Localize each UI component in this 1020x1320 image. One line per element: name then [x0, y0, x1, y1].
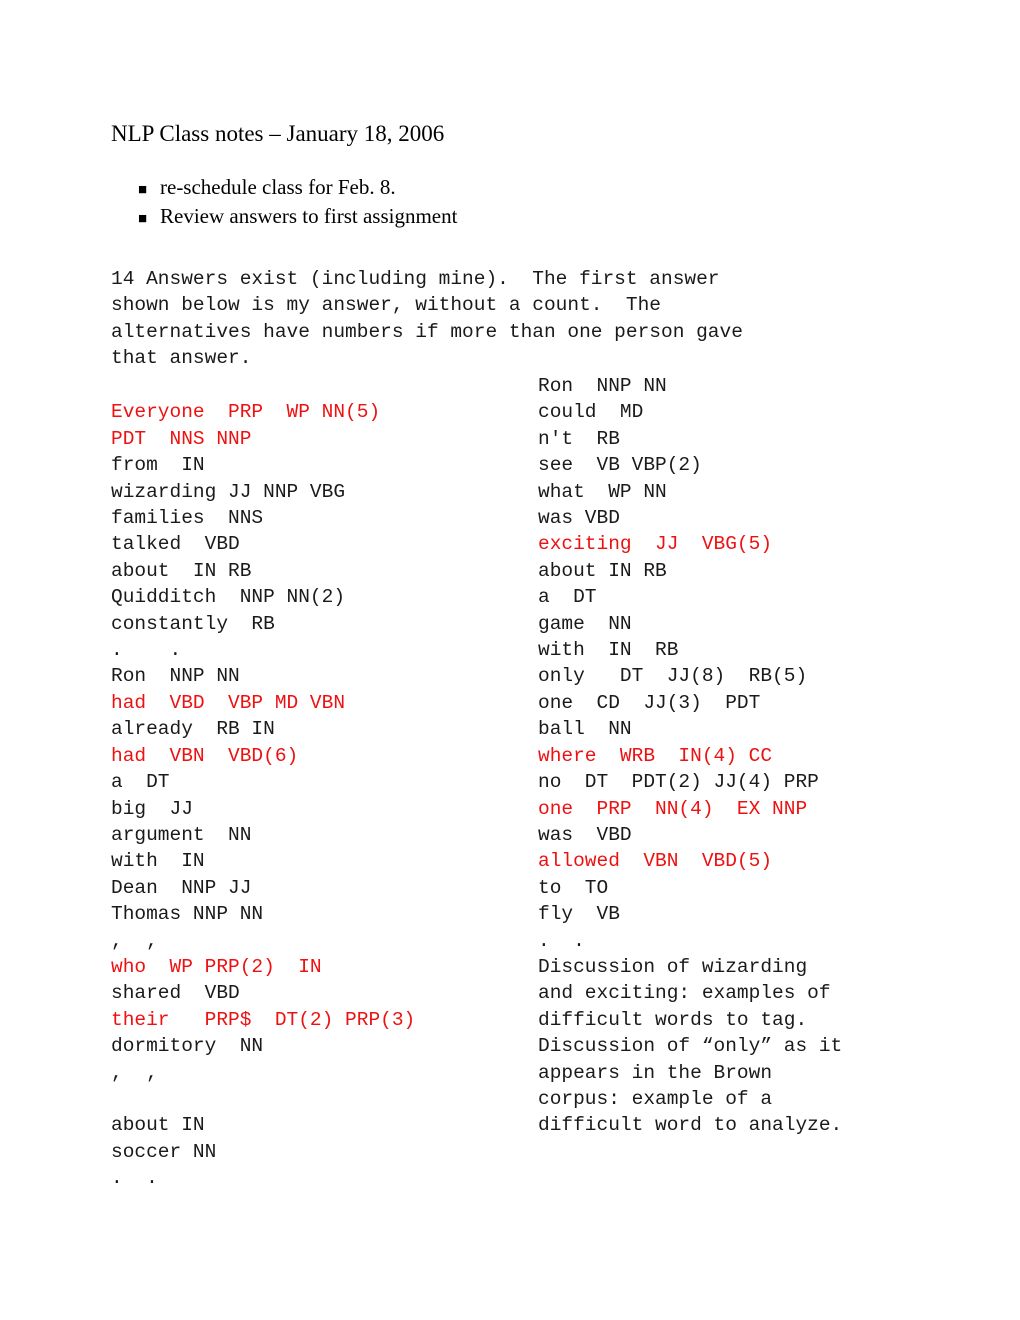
annotation-line: who WP PRP(2) IN	[111, 955, 322, 978]
annotation-line: Ron NNP NN	[111, 665, 240, 688]
annotation-line: from IN	[111, 454, 205, 477]
annotation-line: one PRP NN(4) EX NNP	[538, 797, 808, 820]
page-title: NLP Class notes – January 18, 2006	[111, 121, 445, 146]
annotation-line	[111, 373, 531, 399]
annotation-line	[111, 1086, 531, 1112]
square-bullet-icon: ■	[138, 182, 148, 198]
annotation-line: ball NN	[538, 718, 632, 741]
annotation-line: what WP NN	[538, 480, 667, 503]
annotation-line: their PRP$ DT(2) PRP(3)	[111, 1008, 416, 1031]
annotation-line: appears in the Brown	[538, 1061, 773, 1084]
annotation-line: difficult word to analyze.	[538, 1114, 843, 1137]
annotation-line: a DT	[111, 771, 170, 794]
annotation-line: and exciting: examples of	[538, 982, 831, 1005]
annotation-line: , ,	[111, 929, 158, 952]
annotation-line: with IN RB	[538, 639, 679, 662]
annotation-line: , ,	[111, 1061, 158, 1084]
list-item-label: Review answers to first assignment	[160, 204, 458, 228]
left-annotation-column: Everyone PRP WP NN(5) PDT NNS NNP from IN w…	[111, 373, 531, 1192]
annotation-line: could MD	[538, 401, 644, 424]
square-bullet-icon: ■	[138, 211, 148, 227]
annotation-line: was VBD	[538, 507, 620, 530]
annotation-line: talked VBD	[111, 533, 240, 556]
annotation-line: big JJ	[111, 797, 193, 820]
annotation-line: had VBN VBD(6)	[111, 744, 299, 767]
annotation-line: soccer NN	[111, 1140, 217, 1163]
annotation-line: wizarding JJ NNP VBG	[111, 480, 346, 503]
annotation-line: Everyone PRP WP NN(5)	[111, 401, 381, 424]
intro-paragraph: 14 Answers exist (including mine). The f…	[111, 268, 743, 370]
annotation-line: PDT NNS NNP	[111, 427, 252, 450]
annotation-line: with IN	[111, 850, 205, 873]
annotation-line: Quidditch NNP NN(2)	[111, 586, 346, 609]
annotation-line: . .	[111, 1167, 158, 1190]
annotation-line: one CD JJ(3) PDT	[538, 691, 761, 714]
annotation-line: had VBD VBP MD VBN	[111, 691, 346, 714]
annotation-line: allowed VBN VBD(5)	[538, 850, 773, 873]
list-item: ■ Review answers to first assignment	[138, 203, 738, 232]
annotation-line: no DT PDT(2) JJ(4) PRP	[538, 771, 819, 794]
annotation-line: . .	[111, 639, 182, 662]
list-item-label: re-schedule class for Feb. 8.	[160, 175, 396, 199]
annotation-line: Dean NNP JJ	[111, 876, 252, 899]
agenda-bullet-list: ■ re-schedule class for Feb. 8. ■ Review…	[138, 174, 738, 232]
annotation-line: about IN	[111, 1114, 205, 1137]
annotation-line: where WRB IN(4) CC	[538, 744, 773, 767]
annotation-line: game NN	[538, 612, 632, 635]
annotation-line: fly VB	[538, 903, 620, 926]
annotation-line: dormitory NN	[111, 1035, 264, 1058]
annotation-line: was VBD	[538, 823, 632, 846]
annotation-line: . .	[538, 929, 585, 952]
annotation-line: see VB VBP(2)	[538, 454, 702, 477]
annotation-line: exciting JJ VBG(5)	[538, 533, 773, 556]
annotation-line: argument NN	[111, 823, 252, 846]
annotation-line: n't RB	[538, 427, 620, 450]
right-annotation-column: Ron NNP NN could MD n't RB see VB VBP(2) wha…	[538, 373, 958, 1139]
annotation-line: difficult words to tag.	[538, 1008, 808, 1031]
annotation-line: Discussion of “only” as it	[538, 1035, 843, 1058]
annotation-line: Discussion of wizarding	[538, 955, 808, 978]
annotation-line: already RB IN	[111, 718, 275, 741]
annotation-line: a DT	[538, 586, 597, 609]
document-page: NLP Class notes – January 18, 2006 ■ re-…	[0, 0, 1020, 1320]
annotation-line: Ron NNP NN	[538, 375, 667, 397]
annotation-line: about IN RB	[538, 559, 667, 582]
list-item: ■ re-schedule class for Feb. 8.	[138, 174, 738, 203]
annotation-line: only DT JJ(8) RB(5)	[538, 665, 808, 688]
annotation-line: about IN RB	[111, 559, 252, 582]
annotation-line: Thomas NNP NN	[111, 903, 264, 926]
annotation-line: corpus: example of a	[538, 1087, 773, 1110]
annotation-line: families NNS	[111, 507, 264, 530]
annotation-line: shared VBD	[111, 982, 240, 1005]
annotation-line: constantly RB	[111, 612, 275, 635]
annotation-line: to TO	[538, 876, 609, 899]
